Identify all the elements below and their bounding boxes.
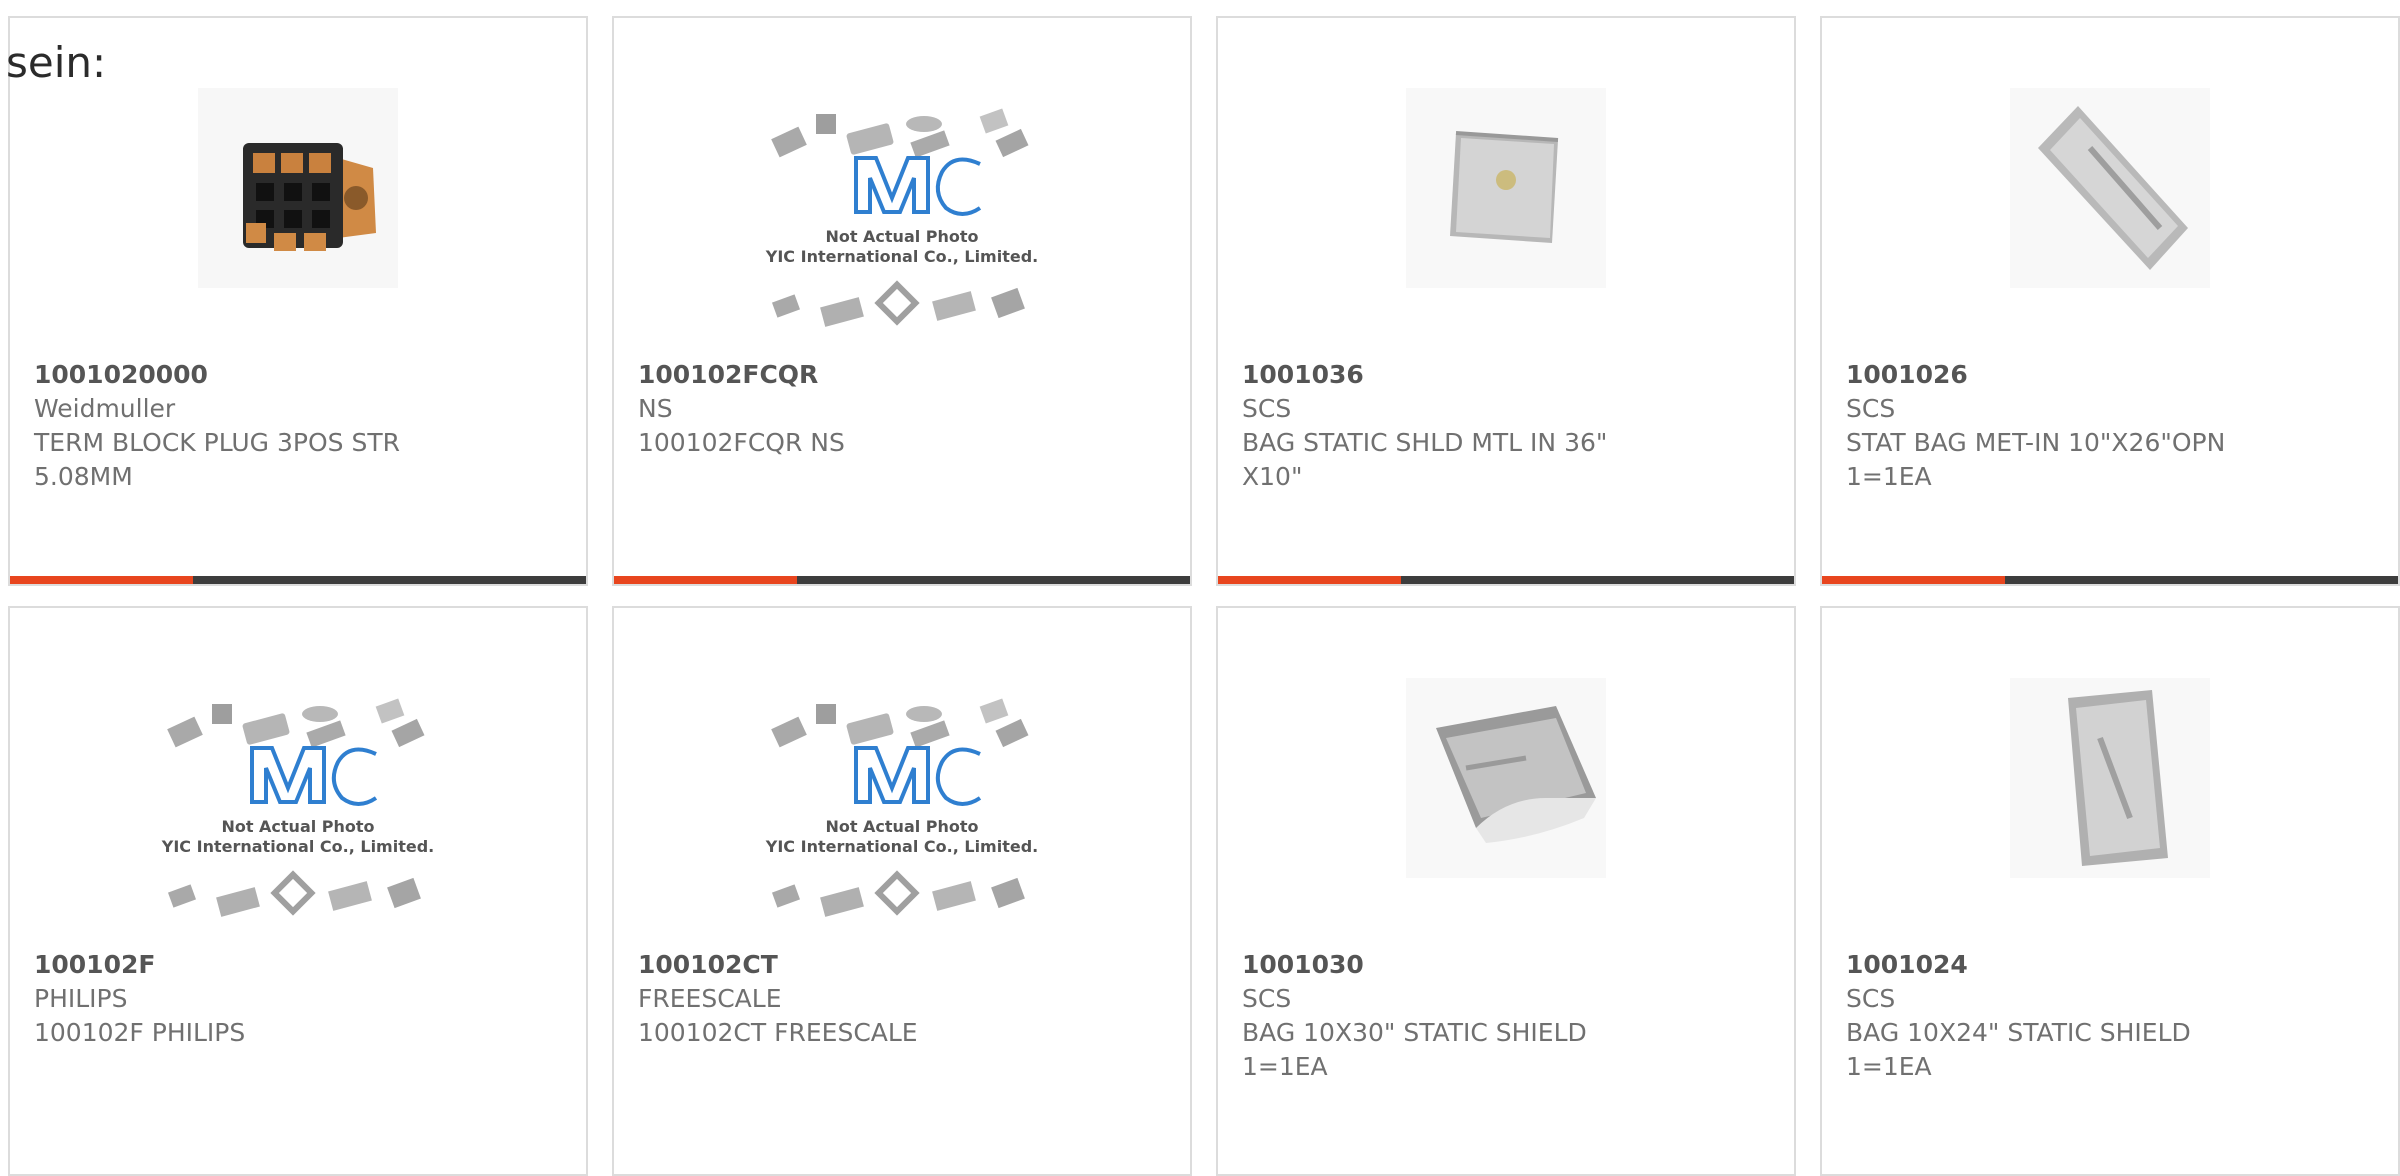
product-description: BAG 10X30" STATIC SHIELD 1=1EA: [1242, 1018, 1587, 1081]
product-image[interactable]: Not Actual Photo YIC International Co., …: [764, 692, 1040, 942]
static-bag-image: [2010, 678, 2210, 878]
page-heading: sein:: [6, 38, 107, 87]
product-card[interactable]: Not Actual Photo YIC International Co., …: [8, 606, 588, 1176]
part-number[interactable]: 1001024: [1846, 948, 2374, 982]
product-card[interactable]: Not Actual Photo YIC International Co., …: [612, 606, 1192, 1176]
product-image[interactable]: [1406, 678, 1606, 878]
manufacturer: SCS: [1846, 984, 1896, 1013]
placeholder-caption: YIC International Co., Limited.: [765, 247, 1038, 266]
product-info: 1001026 SCS STAT BAG MET-IN 10"X26"OPN 1…: [1846, 358, 2374, 494]
card-accent-bar: [1822, 576, 2398, 584]
card-accent-bar: [1218, 576, 1794, 584]
manufacturer: SCS: [1242, 394, 1292, 423]
product-card[interactable]: Not Actual Photo YIC International Co., …: [612, 16, 1192, 586]
product-description: 100102F PHILIPS: [34, 1018, 246, 1047]
placeholder-caption: YIC International Co., Limited.: [765, 837, 1038, 856]
product-image[interactable]: [2010, 88, 2210, 288]
manufacturer: FREESCALE: [638, 984, 782, 1013]
terminal-block-image: [198, 88, 398, 288]
product-info: 100102FCQR NS 100102FCQR NS: [638, 358, 1166, 460]
product-description: 100102CT FREESCALE: [638, 1018, 918, 1047]
product-info: 1001036 SCS BAG STATIC SHLD MTL IN 36" X…: [1242, 358, 1770, 494]
placeholder-caption: Not Actual Photo: [221, 817, 374, 836]
product-image[interactable]: [198, 88, 398, 288]
card-accent-bar: [10, 576, 586, 584]
product-grid: 1001020000 Weidmuller TERM BLOCK PLUG 3P…: [8, 16, 2400, 1176]
product-image[interactable]: Not Actual Photo YIC International Co., …: [160, 692, 436, 942]
placeholder-caption: Not Actual Photo: [825, 817, 978, 836]
product-image[interactable]: Not Actual Photo YIC International Co., …: [764, 102, 1040, 352]
product-card[interactable]: 1001020000 Weidmuller TERM BLOCK PLUG 3P…: [8, 16, 588, 586]
product-image[interactable]: [2010, 678, 2210, 878]
product-description: 100102FCQR NS: [638, 428, 845, 457]
product-info: 100102F PHILIPS 100102F PHILIPS: [34, 948, 562, 1050]
placeholder-image: Not Actual Photo YIC International Co., …: [765, 108, 1038, 327]
product-description: BAG STATIC SHLD MTL IN 36" X10": [1242, 428, 1608, 491]
product-card[interactable]: 1001024 SCS BAG 10X24" STATIC SHIELD 1=1…: [1820, 606, 2400, 1176]
product-card[interactable]: 1001030 SCS BAG 10X30" STATIC SHIELD 1=1…: [1216, 606, 1796, 1176]
manufacturer: NS: [638, 394, 673, 423]
part-number[interactable]: 1001020000: [34, 358, 562, 392]
manufacturer: SCS: [1242, 984, 1292, 1013]
placeholder-caption: Not Actual Photo: [825, 227, 978, 246]
manufacturer: SCS: [1846, 394, 1896, 423]
part-number[interactable]: 100102CT: [638, 948, 1166, 982]
placeholder-image: Not Actual Photo YIC International Co., …: [765, 698, 1038, 917]
part-number[interactable]: 1001036: [1242, 358, 1770, 392]
static-bag-image: [1406, 88, 1606, 288]
part-number[interactable]: 1001030: [1242, 948, 1770, 982]
product-card[interactable]: 1001026 SCS STAT BAG MET-IN 10"X26"OPN 1…: [1820, 16, 2400, 586]
part-number[interactable]: 100102FCQR: [638, 358, 1166, 392]
placeholder-caption: YIC International Co., Limited.: [161, 837, 434, 856]
product-description: STAT BAG MET-IN 10"X26"OPN 1=1EA: [1846, 428, 2226, 491]
static-bag-image: [2010, 88, 2210, 288]
product-info: 1001020000 Weidmuller TERM BLOCK PLUG 3P…: [34, 358, 562, 494]
static-bag-image: [1406, 678, 1606, 878]
product-info: 1001030 SCS BAG 10X30" STATIC SHIELD 1=1…: [1242, 948, 1770, 1084]
product-description: BAG 10X24" STATIC SHIELD 1=1EA: [1846, 1018, 2191, 1081]
product-info: 100102CT FREESCALE 100102CT FREESCALE: [638, 948, 1166, 1050]
product-image[interactable]: [1406, 88, 1606, 288]
placeholder-image: Not Actual Photo YIC International Co., …: [161, 698, 434, 917]
part-number[interactable]: 1001026: [1846, 358, 2374, 392]
product-card[interactable]: 1001036 SCS BAG STATIC SHLD MTL IN 36" X…: [1216, 16, 1796, 586]
product-description: TERM BLOCK PLUG 3POS STR 5.08MM: [34, 428, 400, 491]
card-accent-bar: [614, 576, 1190, 584]
manufacturer: PHILIPS: [34, 984, 128, 1013]
product-info: 1001024 SCS BAG 10X24" STATIC SHIELD 1=1…: [1846, 948, 2374, 1084]
manufacturer: Weidmuller: [34, 394, 176, 423]
part-number[interactable]: 100102F: [34, 948, 562, 982]
